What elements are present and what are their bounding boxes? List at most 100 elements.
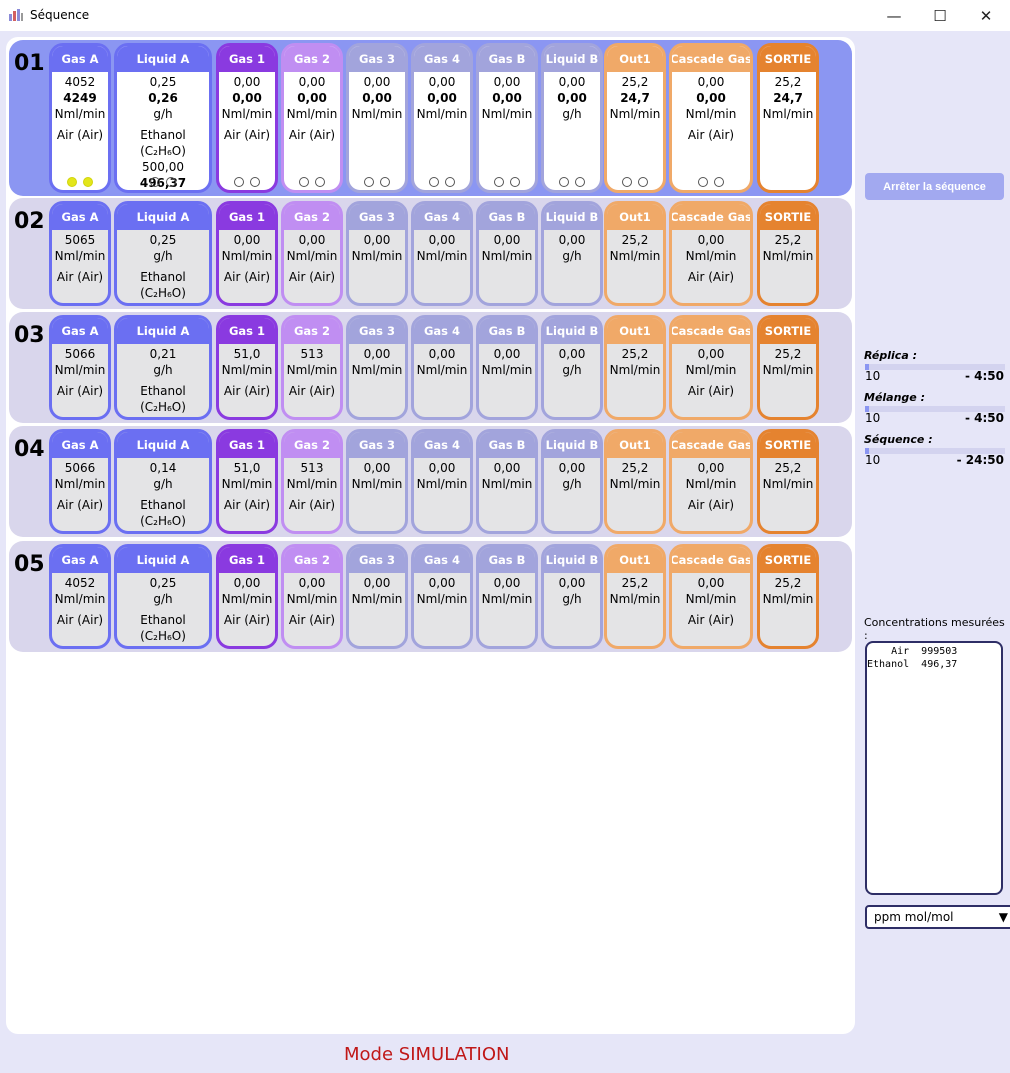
channel-card[interactable]: Out1 25,2 Nml/min [604, 544, 666, 649]
channel-card[interactable]: SORTIE 25,2 Nml/min [757, 201, 819, 306]
channel-card[interactable]: Gas 2 0,00 0,00 Nml/min Air (Air) [281, 43, 343, 193]
channel-value: 500,00 [117, 644, 209, 646]
channel-card[interactable]: Gas 1 0,00 Nml/min Air (Air) [216, 544, 278, 649]
channel-card[interactable]: Gas B 0,00 Nml/min [476, 429, 538, 534]
channel-value: 0,00 [428, 233, 456, 247]
channel-card[interactable]: Gas 1 0,00 Nml/min Air (Air) [216, 201, 278, 306]
channel-label: Gas 2 [284, 204, 340, 230]
channel-card[interactable]: Cascade Gas 0,00 Nml/min Air (Air) [669, 201, 753, 306]
channel-card[interactable]: Out1 25,2 24,7 Nml/min [604, 43, 666, 193]
channel-card[interactable]: Out1 25,2 Nml/min [604, 315, 666, 420]
channel-card[interactable]: Gas B 0,00 Nml/min [476, 315, 538, 420]
channel-card[interactable]: Gas 4 0,00 0,00 Nml/min [411, 43, 473, 193]
channel-card[interactable]: Gas 2 0,00 Nml/min Air (Air) [281, 201, 343, 306]
channel-card[interactable]: Gas 1 51,0 Nml/min Air (Air) [216, 315, 278, 420]
channel-value: Air (Air) [56, 270, 104, 284]
channel-card[interactable]: SORTIE 25,2 24,7 Nml/min [757, 43, 819, 193]
channel-card[interactable]: SORTIE 25,2 Nml/min [757, 315, 819, 420]
channel-card[interactable]: Liquid A 0,25 g/h Ethanol (C₂H₆O)400,00 [114, 201, 212, 306]
channel-card[interactable]: Gas 3 0,00 0,00 Nml/min [346, 43, 408, 193]
maximize-button[interactable]: ☐ [917, 0, 963, 31]
channel-values: 0,00 0,00 Nml/min Air (Air) [672, 72, 750, 143]
stop-sequence-button[interactable]: Arrêter la séquence [865, 173, 1004, 200]
channel-values: 0,25 g/h Ethanol (C₂H₆O)500,00 [117, 573, 209, 646]
channel-label: Gas 3 [349, 432, 405, 458]
channel-card[interactable]: Gas 3 0,00 Nml/min [346, 201, 408, 306]
channel-card[interactable]: Out1 25,2 Nml/min [604, 429, 666, 534]
channel-value: 0,00 [697, 233, 725, 247]
channel-card[interactable]: Liquid B 0,00 g/h [541, 315, 603, 420]
channel-card[interactable]: Gas 4 0,00 Nml/min [411, 544, 473, 649]
channel-card[interactable]: Gas 3 0,00 Nml/min [346, 315, 408, 420]
channel-card[interactable]: Gas A 5066 Nml/min Air (Air) [49, 315, 111, 420]
valve-indicators [607, 177, 663, 187]
channel-value: g/h [153, 477, 173, 491]
close-button[interactable]: ✕ [963, 0, 1009, 31]
channel-card[interactable]: Gas 4 0,00 Nml/min [411, 429, 473, 534]
channel-value: g/h [153, 107, 173, 121]
channel-value: Nml/min [351, 477, 403, 491]
channel-value: Nml/min [221, 107, 273, 121]
channel-card[interactable]: Gas 3 0,00 Nml/min [346, 544, 408, 649]
channel-card[interactable]: Liquid B 0,00 0,00 g/h [541, 43, 603, 193]
channel-value: g/h [562, 477, 582, 491]
channel-card[interactable]: Cascade Gas 0,00 Nml/min Air (Air) [669, 429, 753, 534]
channel-card[interactable]: Liquid B 0,00 g/h [541, 429, 603, 534]
concentrations-label: Concentrations mesurées : [864, 616, 1005, 642]
channel-value: 0,26 [148, 91, 178, 105]
channel-value: g/h [153, 592, 173, 606]
channel-value: Nml/min [609, 107, 661, 121]
channel-value: Nml/min [762, 249, 814, 263]
channel-card[interactable]: Gas B 0,00 Nml/min [476, 544, 538, 649]
channel-value: Air (Air) [223, 384, 271, 398]
channel-value: 0,00 [493, 576, 521, 590]
channel-value: Nml/min [221, 363, 273, 377]
unit-select[interactable]: ppm mol/mol ▼ [865, 905, 1010, 929]
channel-card[interactable]: Cascade Gas 0,00 Nml/min Air (Air) [669, 315, 753, 420]
sequence-row[interactable]: 05 Gas A 4052 Nml/min Air (Air) Liquid A 0,25 g… [9, 541, 852, 652]
channel-card[interactable]: Gas 2 513 Nml/min Air (Air) [281, 315, 343, 420]
minimize-button[interactable]: — [871, 0, 917, 31]
channel-card[interactable]: Cascade Gas 0,00 Nml/min Air (Air) [669, 544, 753, 649]
channel-value: 400,00 [117, 301, 209, 303]
sequence-row[interactable]: 04 Gas A 5066 Nml/min Air (Air) Liquid A 0,14 g… [9, 426, 852, 537]
channel-card[interactable]: Gas A 5065 Nml/min Air (Air) [49, 201, 111, 306]
channel-card[interactable]: Gas B 0,00 0,00 Nml/min [476, 43, 538, 193]
channel-value: 5066 [64, 347, 96, 361]
channel-card[interactable]: Liquid A 0,25 0,26 g/h Ethanol (C₂H₆O) 500,00… [114, 43, 212, 193]
channel-card[interactable]: SORTIE 25,2 Nml/min [757, 429, 819, 534]
channel-card[interactable]: Gas 1 0,00 0,00 Nml/min Air (Air) [216, 43, 278, 193]
channel-card[interactable]: Liquid B 0,00 g/h [541, 544, 603, 649]
channel-card[interactable]: Gas 2 513 Nml/min Air (Air) [281, 429, 343, 534]
channel-card[interactable]: Gas 4 0,00 Nml/min [411, 315, 473, 420]
channel-value: Nml/min [481, 592, 533, 606]
channel-card[interactable]: Liquid A 0,14 g/h Ethanol (C₂H₆O)200,00 [114, 429, 212, 534]
channel-card[interactable]: Out1 25,2 Nml/min [604, 201, 666, 306]
channel-card[interactable]: Gas 1 51,0 Nml/min Air (Air) [216, 429, 278, 534]
sequence-row[interactable]: 03 Gas A 5066 Nml/min Air (Air) Liquid A 0,21 g… [9, 312, 852, 423]
channel-card[interactable]: Liquid A 0,25 g/h Ethanol (C₂H₆O)500,00 [114, 544, 212, 649]
channel-value: 0,00 [493, 233, 521, 247]
channel-value: 0,00 [363, 461, 391, 475]
channel-label: Liquid A [117, 46, 209, 72]
concentrations-box[interactable]: Air 999503 Ethanol 496,37 [865, 641, 1003, 895]
channel-card[interactable]: Gas A 5066 Nml/min Air (Air) [49, 429, 111, 534]
channel-value: 0,00 [557, 91, 587, 105]
channel-card[interactable]: Gas 4 0,00 Nml/min [411, 201, 473, 306]
channel-card[interactable]: Gas 2 0,00 Nml/min Air (Air) [281, 544, 343, 649]
channel-card[interactable]: SORTIE 25,2 Nml/min [757, 544, 819, 649]
sequence-row[interactable]: 02 Gas A 5065 Nml/min Air (Air) Liquid A 0,25 g… [9, 198, 852, 309]
channel-card[interactable]: Gas A 4052 Nml/min Air (Air) [49, 544, 111, 649]
channel-card[interactable]: Gas 3 0,00 Nml/min [346, 429, 408, 534]
channel-value: 0,00 [233, 233, 261, 247]
sequence-row[interactable]: 01 Gas A 4052 4249 Nml/min Air (Air) Liquid A 0… [9, 40, 852, 196]
indicator-off-icon [234, 177, 244, 187]
channel-card[interactable]: Liquid B 0,00 g/h [541, 201, 603, 306]
channel-card[interactable]: Cascade Gas 0,00 0,00 Nml/min Air (Air) [669, 43, 753, 193]
channel-card[interactable]: Liquid A 0,21 g/h Ethanol (C₂H₆O)300,00 [114, 315, 212, 420]
channel-card[interactable]: Gas B 0,00 Nml/min [476, 201, 538, 306]
channel-card[interactable]: Gas A 4052 4249 Nml/min Air (Air) [49, 43, 111, 193]
channel-values: 513 Nml/min Air (Air) [284, 458, 340, 513]
progress-time: - 4:50 [964, 411, 1004, 425]
channel-value: Ethanol (C₂H₆O) [140, 498, 186, 528]
